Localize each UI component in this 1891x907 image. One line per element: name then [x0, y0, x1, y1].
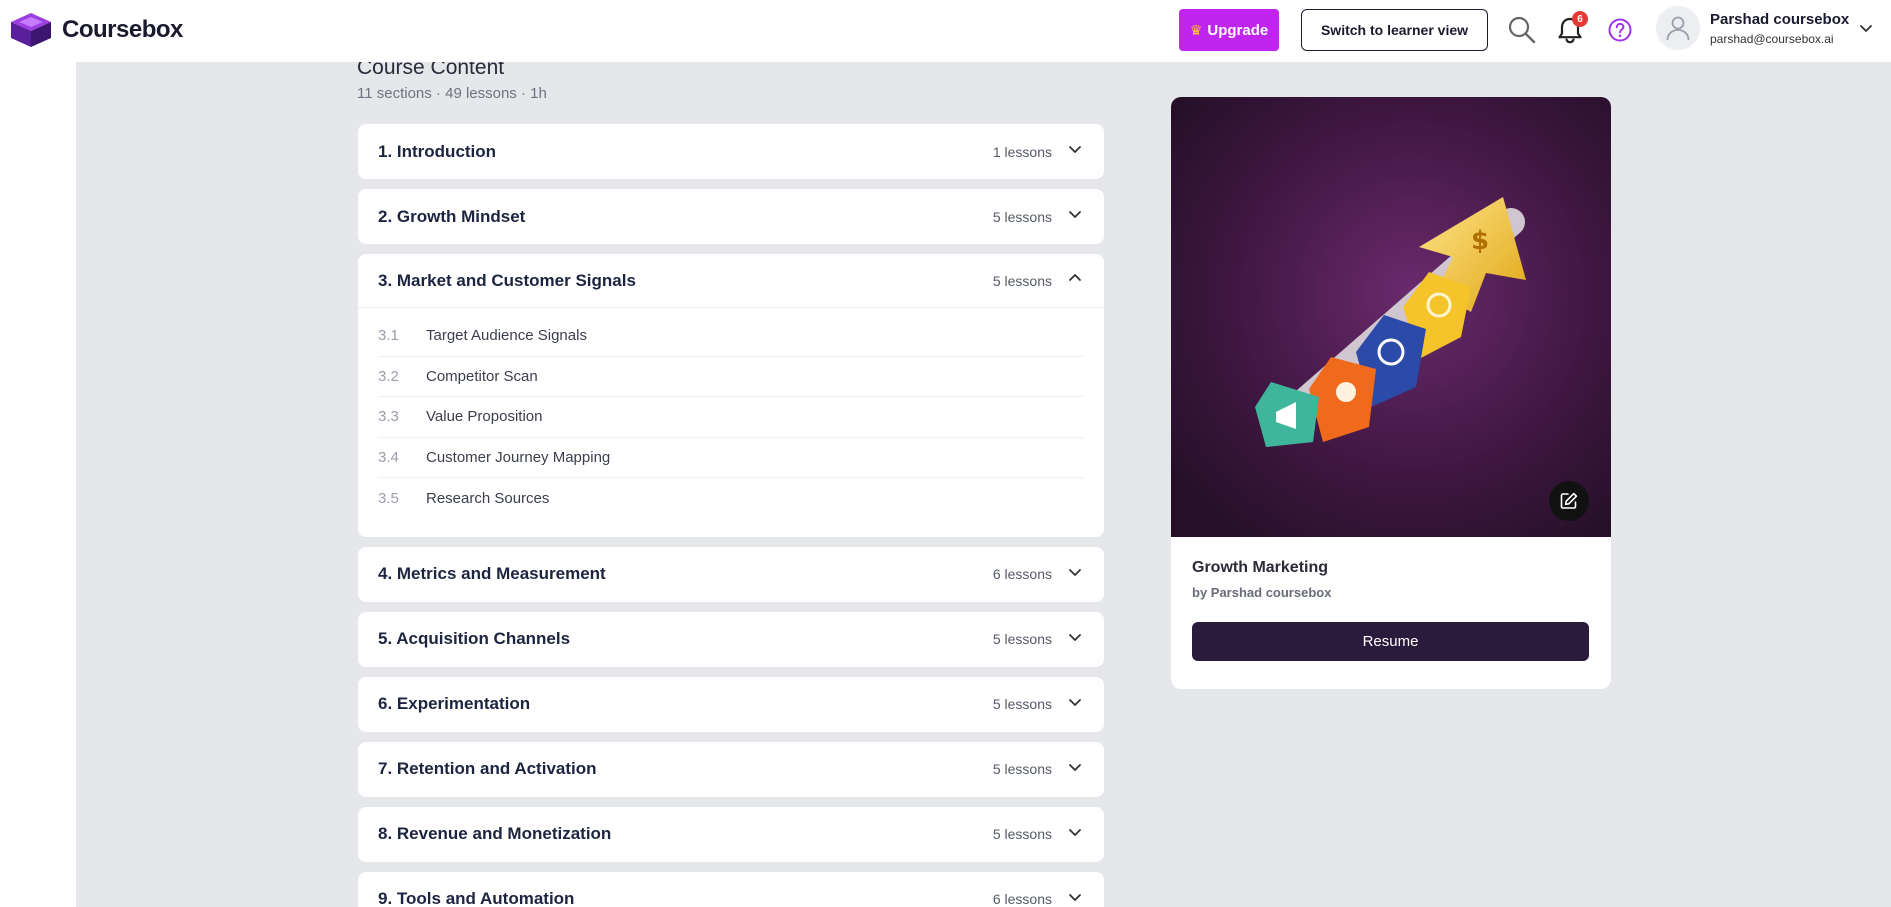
course-section: 2. Growth Mindset 5 lessons	[358, 189, 1104, 244]
lesson-title: Value Proposition	[426, 408, 543, 426]
section-lesson-count: 5 lessons	[992, 631, 1052, 647]
course-thumbnail: $	[1171, 97, 1611, 537]
section-header[interactable]: 2. Growth Mindset 5 lessons	[358, 189, 1104, 244]
notifications-button[interactable]: 6	[1554, 11, 1588, 46]
course-title: Growth Marketing	[1192, 559, 1329, 576]
crown-icon: ♛	[1189, 21, 1203, 38]
chevron-down-icon[interactable]	[1066, 628, 1084, 651]
chevron-down-icon[interactable]	[1066, 888, 1084, 907]
edit-icon	[1560, 492, 1578, 509]
lesson-title: Competitor Scan	[426, 367, 538, 385]
top-bar: Coursebox ♛ Upgrade Switch to learner vi…	[0, 0, 1891, 62]
chevron-down-icon[interactable]	[1066, 758, 1084, 781]
chevron-down-icon[interactable]	[1066, 563, 1084, 586]
section-lesson-count: 5 lessons	[992, 826, 1052, 842]
section-title: 1. Introduction	[378, 141, 497, 161]
lesson-number: 3.4	[378, 448, 399, 466]
course-author: by Parshad coursebox	[1192, 585, 1332, 600]
upgrade-button[interactable]: ♛ Upgrade	[1179, 9, 1279, 51]
user-name: Parshad coursebox	[1710, 11, 1850, 28]
course-card: $ Growth Marketing by Parshad coursebox …	[1171, 97, 1611, 689]
section-title: 5. Acquisition Channels	[378, 629, 571, 648]
chevron-down-icon[interactable]	[1066, 140, 1084, 163]
lesson-item[interactable]: 3.4 Customer Journey Mapping	[378, 438, 1084, 478]
search-icon[interactable]	[1506, 14, 1538, 46]
section-lesson-count: 6 lessons	[992, 891, 1052, 907]
chevron-down-icon[interactable]	[1066, 823, 1084, 846]
lesson-item[interactable]: 3.2 Competitor Scan	[378, 357, 1084, 397]
lesson-number: 3.3	[378, 408, 399, 426]
section-title: 2. Growth Mindset	[378, 206, 526, 226]
sections-list: 1. Introduction 1 lessons 2. Growth Mindse…	[358, 124, 1104, 907]
course-section: 8. Revenue and Monetization 5 lessons	[358, 806, 1104, 862]
course-section: 6. Experimentation 5 lessons	[358, 676, 1104, 732]
section-title: 3. Market and Customer Signals	[378, 270, 636, 290]
chevron-down-icon[interactable]	[1066, 693, 1084, 716]
section-lesson-count: 1 lessons	[992, 143, 1052, 160]
course-section: 7. Retention and Activation 5 lessons	[358, 741, 1104, 797]
lesson-number: 3.1	[378, 327, 399, 345]
section-header[interactable]: 5. Acquisition Channels 5 lessons	[358, 612, 1104, 667]
section-header[interactable]: 3. Market and Customer Signals 5 lessons	[358, 254, 1104, 308]
section-title: 4. Metrics and Measurement	[378, 564, 606, 583]
section-lesson-count: 5 lessons	[992, 761, 1052, 777]
notification-badge: 6	[1572, 11, 1588, 27]
logo[interactable]: Coursebox	[10, 11, 183, 49]
switch-to-learner-view-button[interactable]: Switch to learner view	[1301, 9, 1488, 51]
section-header[interactable]: 7. Retention and Activation 5 lessons	[358, 742, 1104, 797]
section-title: 9. Tools and Automation	[378, 889, 575, 907]
chevron-down-icon[interactable]	[1066, 205, 1084, 228]
user-icon	[1666, 16, 1690, 41]
avatar[interactable]	[1656, 6, 1700, 50]
section-lesson-count: 6 lessons	[992, 566, 1052, 582]
lesson-title: Target Audience Signals	[426, 327, 587, 345]
lesson-list: 3.1 Target Audience Signals 3.2 Competitor …	[358, 308, 1104, 537]
course-section: 1. Introduction 1 lessons	[358, 124, 1104, 179]
lesson-title: Customer Journey Mapping	[426, 448, 611, 466]
section-title: 7. Retention and Activation	[378, 759, 597, 778]
lesson-title: Research Sources	[426, 489, 550, 507]
course-section: 9. Tools and Automation 6 lessons	[358, 871, 1104, 907]
course-section: 5. Acquisition Channels 5 lessons	[358, 611, 1104, 667]
course-section: 3. Market and Customer Signals 5 lessons 3…	[358, 254, 1104, 537]
section-title: 8. Revenue and Monetization	[378, 824, 612, 843]
help-icon[interactable]	[1604, 14, 1636, 46]
section-header[interactable]: 6. Experimentation 5 lessons	[358, 677, 1104, 732]
lesson-number: 3.2	[378, 367, 399, 385]
course-section: 4. Metrics and Measurement 6 lessons	[358, 546, 1104, 602]
chevron-up-icon[interactable]	[1066, 269, 1084, 292]
lesson-item[interactable]: 3.3 Value Proposition	[378, 397, 1084, 438]
section-lesson-count: 5 lessons	[992, 272, 1052, 289]
section-lesson-count: 5 lessons	[992, 696, 1052, 712]
lesson-item[interactable]: 3.5 Research Sources	[378, 478, 1084, 519]
lesson-item[interactable]: 3.1 Target Audience Signals	[378, 316, 1084, 357]
resume-button[interactable]: Resume	[1192, 622, 1589, 661]
upgrade-label: Upgrade	[1207, 21, 1269, 39]
section-header[interactable]: 4. Metrics and Measurement 6 lessons	[358, 547, 1104, 602]
edit-thumbnail-button[interactable]	[1549, 481, 1589, 521]
section-header[interactable]: 8. Revenue and Monetization 5 lessons	[358, 807, 1104, 862]
section-header[interactable]: 1. Introduction 1 lessons	[358, 124, 1104, 179]
brand-name: Coursebox	[62, 16, 183, 43]
chevron-down-icon[interactable]	[1858, 20, 1874, 36]
lesson-number: 3.5	[378, 489, 399, 507]
section-title: 6. Experimentation	[378, 694, 531, 713]
section-header[interactable]: 9. Tools and Automation 6 lessons	[358, 872, 1104, 907]
logo-icon	[11, 13, 51, 47]
left-sidebar	[0, 62, 76, 907]
svg-text:$: $	[1471, 226, 1489, 256]
course-content-meta: 11 sections · 49 lessons · 1h	[357, 85, 547, 102]
user-email: parshad@coursebox.ai	[1710, 32, 1834, 46]
section-lesson-count: 5 lessons	[992, 208, 1052, 225]
